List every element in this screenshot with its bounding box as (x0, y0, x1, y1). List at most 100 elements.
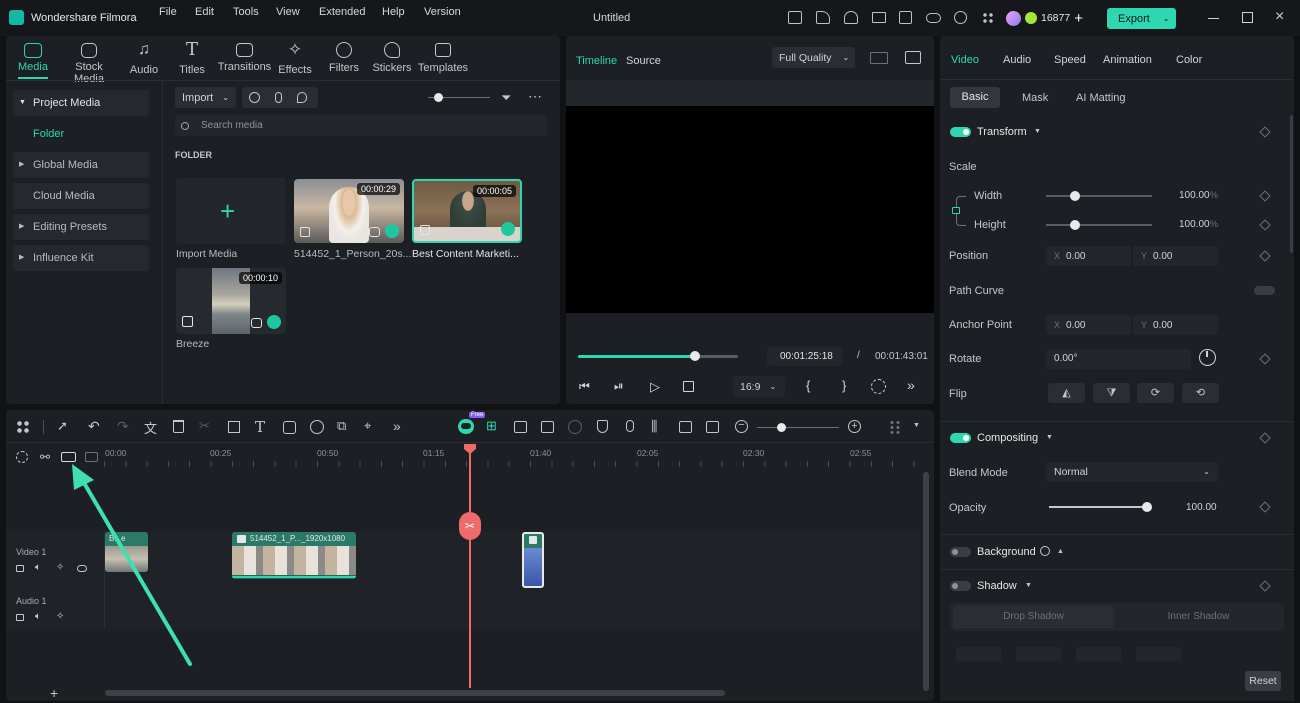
tab-effects[interactable]: ✧ Effects (270, 40, 320, 76)
crop-icon[interactable] (228, 421, 240, 433)
zoom-slider-knob[interactable] (777, 423, 786, 432)
height-slider[interactable] (1046, 220, 1152, 230)
caret-down-icon[interactable]: ▼ (1034, 128, 1041, 135)
help-icon[interactable] (1040, 546, 1050, 556)
rotate-cw-button[interactable]: ⟳ (1137, 383, 1174, 403)
image-edit-icon[interactable] (541, 421, 554, 433)
position-x-field[interactable]: X 0.00 (1046, 246, 1131, 266)
playback-knob[interactable] (689, 351, 700, 361)
chevron-down-icon[interactable]: ▼ (913, 422, 920, 429)
track-volume-icon[interactable]: 🔈︎ (35, 562, 41, 573)
subtab-mask[interactable]: Mask (1022, 92, 1048, 104)
menu-extended[interactable]: Extended (319, 6, 365, 18)
shadow-preset[interactable] (1136, 647, 1181, 661)
tab-speed[interactable]: Speed (1054, 54, 1086, 66)
width-slider[interactable] (1046, 191, 1152, 201)
unlink-icon[interactable]: ⚯ (40, 450, 50, 464)
tab-timeline[interactable]: Timeline (576, 55, 617, 67)
minimize-icon[interactable] (1208, 18, 1219, 19)
video-clip-content[interactable] (522, 532, 544, 588)
delete-icon[interactable] (173, 420, 184, 433)
maximize-icon[interactable] (1242, 12, 1253, 23)
tab-source[interactable]: Source (626, 55, 661, 67)
monitor-icon[interactable] (872, 12, 886, 23)
settings-icon[interactable] (871, 379, 886, 394)
menu-file[interactable]: File (159, 6, 177, 18)
cloud-icon[interactable] (926, 13, 941, 23)
tab-transitions[interactable]: Transitions (217, 40, 272, 73)
render-preview-icon[interactable] (679, 421, 692, 433)
search-input[interactable]: Search media (175, 115, 547, 136)
zoom-slider[interactable] (757, 423, 839, 432)
tab-templates[interactable]: Templates (416, 40, 470, 74)
blend-mode-dropdown[interactable]: Normal ⌄ (1046, 462, 1218, 482)
sidebar-item-editing-presets[interactable]: ▶ Editing Presets (13, 214, 149, 240)
rotate-ccw-button[interactable]: ⟲ (1182, 383, 1219, 403)
shadow-preset[interactable] (1016, 647, 1061, 661)
microphone-record-icon[interactable] (626, 420, 634, 432)
more-icon[interactable]: ⋯ (528, 88, 543, 105)
opacity-slider[interactable] (1049, 502, 1152, 512)
rotate-field[interactable]: 0.00° (1046, 349, 1191, 369)
video-viewer[interactable] (566, 106, 934, 313)
rotate-dial-icon[interactable] (1199, 349, 1216, 366)
cut-icon[interactable]: ✂ (199, 418, 217, 436)
reset-button[interactable]: Reset (1245, 671, 1281, 691)
shadow-preset[interactable] (1076, 647, 1121, 661)
undo-icon[interactable]: ↶ (88, 418, 106, 436)
translate-icon[interactable]: 文 (144, 418, 162, 436)
import-media-tile[interactable]: + (176, 178, 286, 244)
tab-color[interactable]: Color (1176, 54, 1202, 66)
track-settings-icon[interactable] (16, 451, 28, 463)
tab-video[interactable]: Video (951, 54, 979, 66)
shape-icon[interactable] (283, 421, 296, 434)
support-icon[interactable] (954, 11, 967, 24)
split-screen-icon[interactable]: ⊞ (486, 418, 504, 436)
track-volume-icon[interactable]: 🔈︎ (35, 611, 41, 622)
video-clip-person[interactable]: 514452_1_P..._1920x1080 (232, 532, 356, 579)
track-lock-icon[interactable] (16, 614, 24, 621)
track-lock-icon[interactable] (16, 565, 24, 572)
menu-edit[interactable]: Edit (195, 6, 214, 18)
track-manager-icon[interactable] (85, 452, 98, 462)
grid-view-icon[interactable] (870, 52, 888, 64)
ai-copilot-icon[interactable] (458, 419, 474, 434)
playback-progress[interactable] (578, 351, 738, 361)
credits-badge[interactable]: 16877 + (1006, 8, 1083, 28)
anchor-x-field[interactable]: X 0.00 (1046, 315, 1131, 335)
tab-stock-media[interactable]: Stock Media (61, 40, 117, 85)
media-thumb-person[interactable]: 00:00:29 (294, 179, 404, 243)
shadow-preset[interactable] (956, 647, 1001, 661)
filter-icon[interactable]: ⏷ (501, 91, 511, 104)
tab-media[interactable]: Media (8, 40, 58, 73)
height-slider-knob[interactable] (1070, 220, 1080, 230)
play-icon[interactable]: ▷ (650, 379, 660, 395)
compositing-toggle[interactable] (950, 433, 971, 443)
shield-icon[interactable] (597, 420, 608, 433)
layout-grid-icon[interactable] (16, 420, 30, 434)
sidebar-item-cloud-media[interactable]: Cloud Media (13, 183, 149, 209)
redo-icon[interactable]: ↷ (117, 418, 135, 436)
flip-vertical-button[interactable]: ⧩ (1093, 383, 1130, 403)
width-value[interactable]: 100.00 (1179, 190, 1210, 201)
sidebar-item-global-media[interactable]: ▶ Global Media (13, 152, 149, 178)
stop-icon[interactable] (683, 381, 694, 392)
position-y-field[interactable]: Y 0.00 (1133, 246, 1218, 266)
menu-view[interactable]: View (276, 6, 300, 18)
zoom-in-icon[interactable]: + (848, 420, 861, 433)
select-arrow-icon[interactable]: ➚ (57, 418, 75, 436)
mark-out-icon[interactable]: } (842, 378, 846, 393)
tab-audio[interactable]: ♫ Audio (119, 40, 169, 76)
caret-down-icon[interactable]: ▼ (1025, 582, 1032, 589)
gift-icon[interactable] (788, 11, 802, 24)
expand-icon[interactable]: » (907, 377, 915, 393)
headphones-icon[interactable] (844, 11, 858, 24)
subtab-ai-matting[interactable]: AI Matting (1076, 92, 1126, 104)
sidebar-item-folder[interactable]: Folder (33, 128, 64, 140)
thumb-size-slider[interactable] (428, 93, 490, 102)
opacity-slider-knob[interactable] (1142, 502, 1152, 512)
microphone-icon[interactable] (275, 92, 282, 103)
menu-help[interactable]: Help (382, 6, 405, 18)
record-icon[interactable] (249, 92, 260, 103)
timeline-vertical-scrollbar[interactable] (923, 472, 929, 691)
